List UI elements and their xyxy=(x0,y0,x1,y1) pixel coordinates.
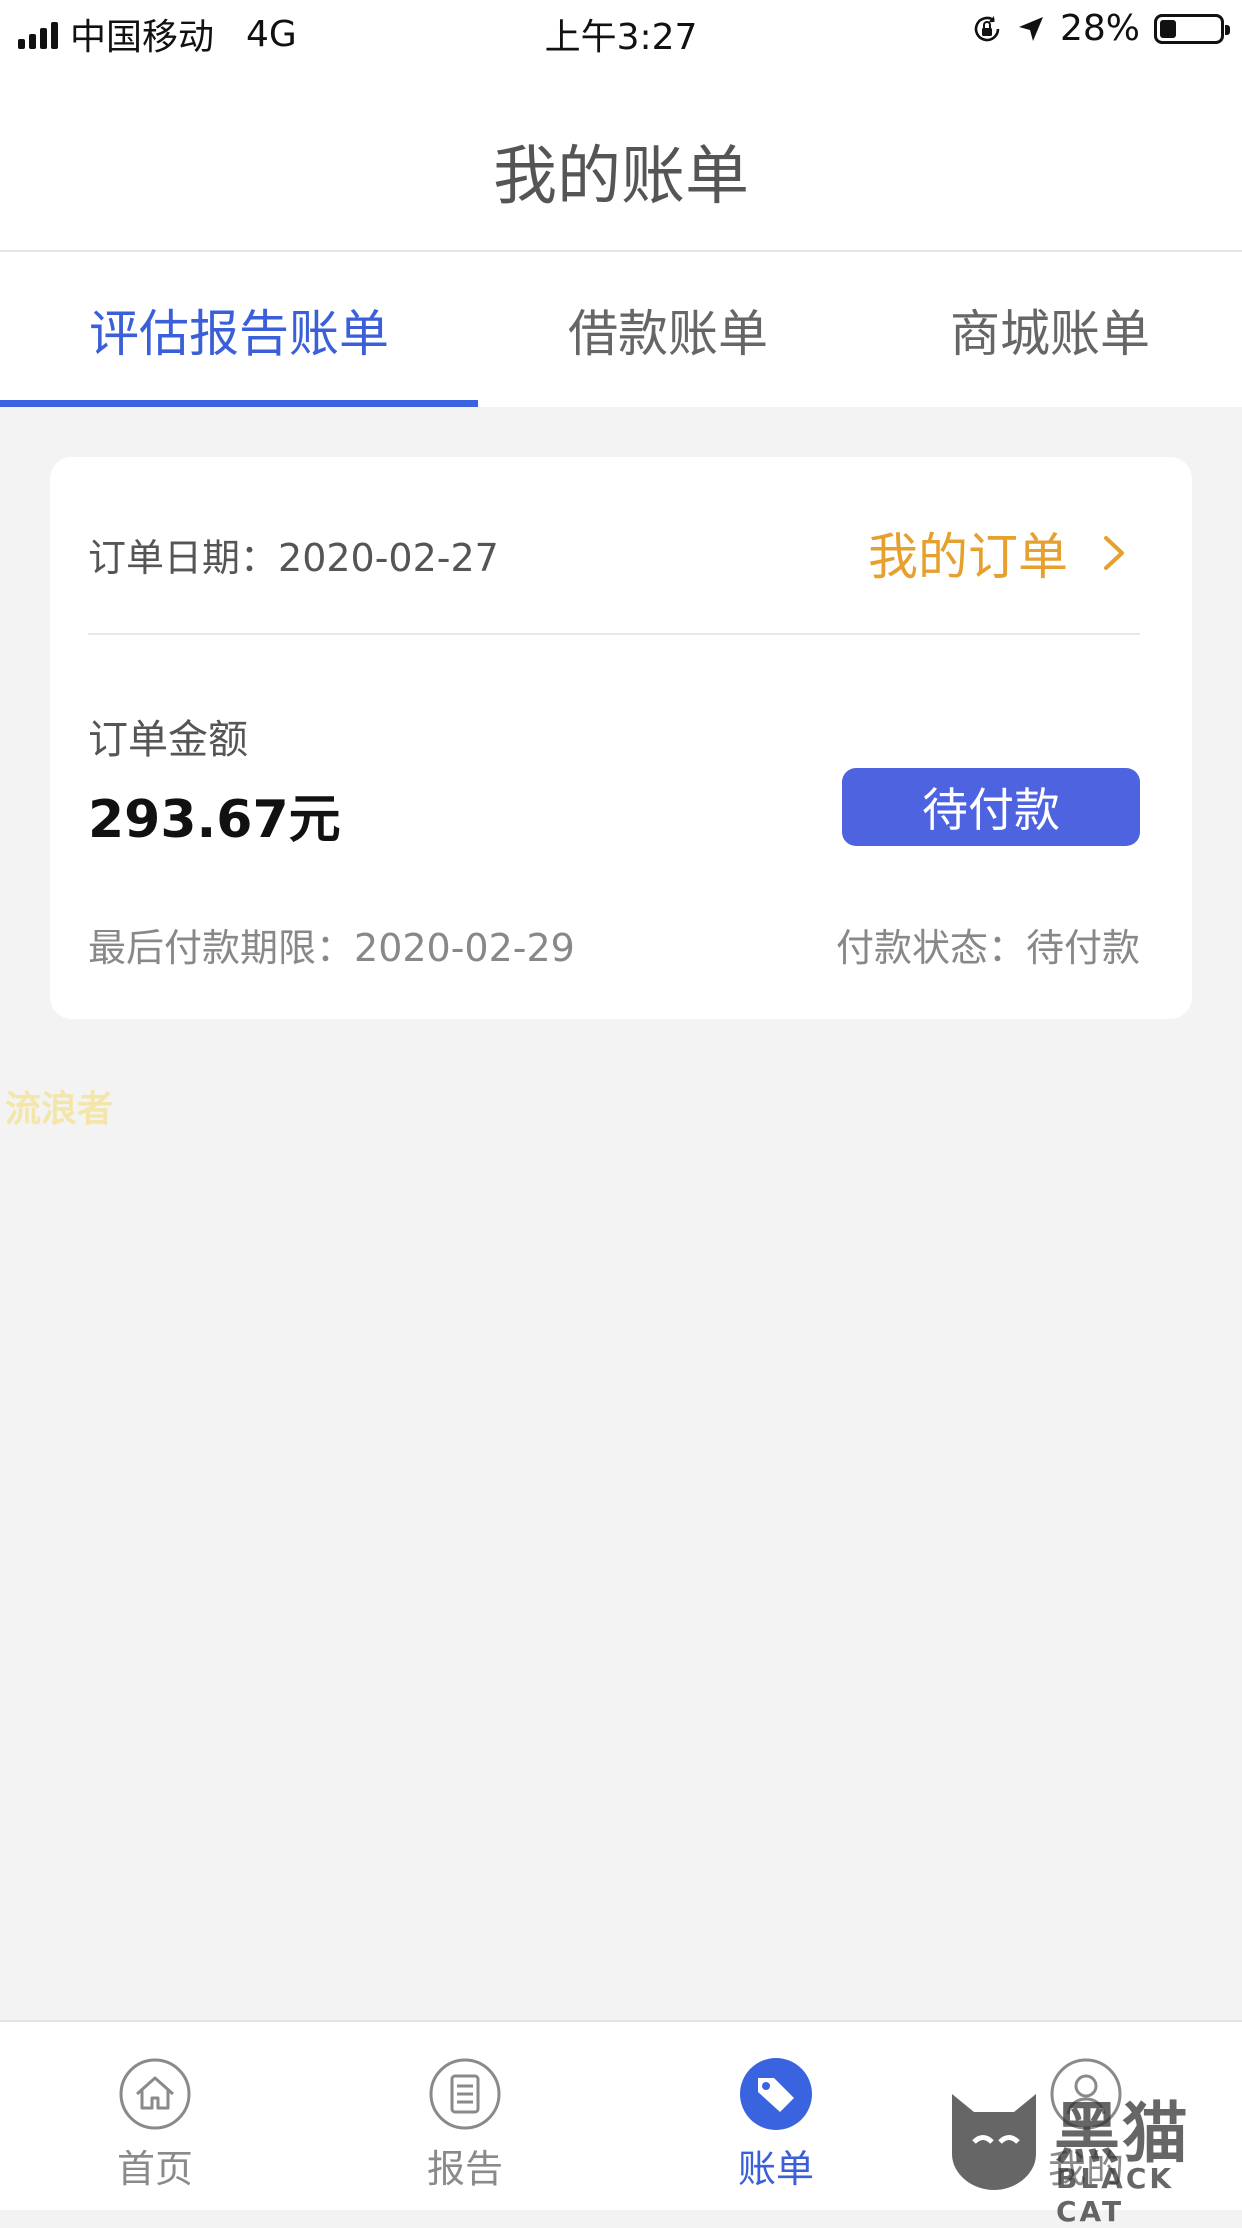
tab-assessment-report-bill[interactable]: 评估报告账单 xyxy=(0,252,478,407)
payment-deadline: 最后付款期限：2020-02-29 xyxy=(88,917,575,972)
nav-label-bill: 账单 xyxy=(737,2147,814,2191)
nav-label-home: 首页 xyxy=(116,2147,193,2191)
nav-item-report[interactable]: 报告 xyxy=(365,2022,565,2210)
bill-tag-icon xyxy=(740,2058,812,2130)
black-cat-logo: 黑猫 BLACK CAT xyxy=(944,2080,1234,2228)
order-amount-label: 订单金额 xyxy=(88,717,248,763)
bill-card: 订单日期：2020-02-27 我的订单 订单金额 293.67元 待付款 最后… xyxy=(50,457,1192,1019)
location-arrow-icon xyxy=(1018,16,1043,41)
order-date-value: 2020-02-27 xyxy=(278,536,499,580)
report-icon xyxy=(429,2058,501,2130)
home-icon xyxy=(119,2058,191,2130)
battery-icon xyxy=(1154,13,1230,44)
top-area: 中国移动 4G 上午3:27 28% 我的账单 xyxy=(0,0,1242,252)
logo-text-en: BLACK CAT xyxy=(1056,2162,1175,2228)
status-right: 28% xyxy=(972,8,1230,49)
tab-loan-bill[interactable]: 借款账单 xyxy=(478,252,858,407)
chevron-right-icon xyxy=(1104,536,1124,570)
payment-deadline-value: 2020-02-29 xyxy=(354,926,575,970)
nav-item-home[interactable]: 首页 xyxy=(55,2022,255,2210)
order-amount-value: 293.67元 xyxy=(88,790,341,850)
active-tab-indicator xyxy=(0,400,478,407)
card-divider xyxy=(88,633,1140,635)
payment-status-value: 待付款 xyxy=(1025,926,1140,970)
payment-status-label: 付款状态： xyxy=(835,926,1026,970)
bill-tabs: 评估报告账单 借款账单 商城账单 xyxy=(0,252,1242,407)
tab-mall-bill[interactable]: 商城账单 xyxy=(858,252,1242,407)
battery-fill xyxy=(1160,19,1176,38)
my-order-label: 我的订单 xyxy=(868,528,1068,586)
nav-item-bill[interactable]: 账单 xyxy=(676,2022,876,2210)
status-bar: 中国移动 4G 上午3:27 28% xyxy=(0,0,1242,60)
payment-deadline-label: 最后付款期限： xyxy=(88,926,355,970)
pending-payment-button[interactable]: 待付款 xyxy=(842,768,1140,846)
payment-status: 付款状态：待付款 xyxy=(836,917,1140,972)
bottom-nav-bar: 首页 报告 账单 我的 黑猫 BLACK CAT xyxy=(0,2020,1242,2228)
black-cat-icon xyxy=(952,2094,1036,2190)
page-title: 我的账单 xyxy=(493,140,749,214)
nav-label-report: 报告 xyxy=(426,2147,503,2191)
rotation-lock-icon xyxy=(974,15,1000,41)
battery-percent: 28% xyxy=(1059,8,1140,49)
watermark-text: 流浪者 xyxy=(5,1089,114,1130)
order-date-row: 订单日期：2020-02-27 xyxy=(88,527,499,582)
my-order-link[interactable]: 我的订单 xyxy=(868,517,1132,589)
order-date-label: 订单日期： xyxy=(88,536,279,580)
